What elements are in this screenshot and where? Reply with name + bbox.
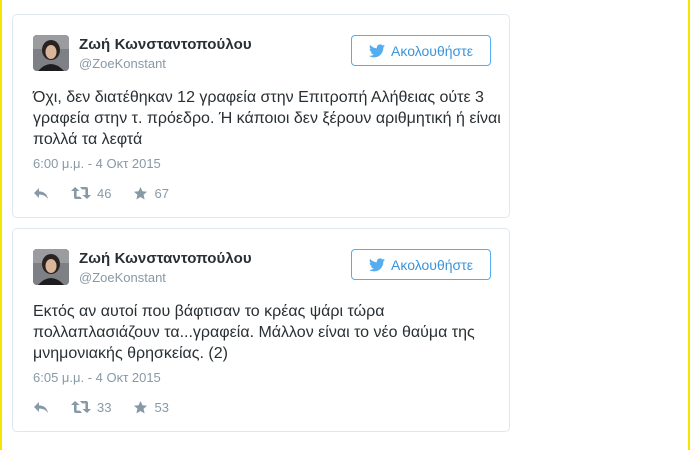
- follow-label: Ακολουθήστε: [391, 42, 473, 59]
- retweet-button[interactable]: 46: [71, 186, 111, 201]
- tweet-actions: 33 53: [33, 397, 191, 417]
- tweet-timestamp[interactable]: 6:00 μ.μ. - 4 Οκτ 2015: [33, 156, 161, 171]
- author-handle[interactable]: @ZoeKonstant: [79, 56, 166, 71]
- star-icon: [134, 186, 148, 199]
- twitter-bird-icon: [369, 257, 386, 271]
- reply-icon: [34, 401, 48, 413]
- reply-icon: [34, 187, 48, 199]
- author-name[interactable]: Ζωή Κωνσταντοπούλου: [79, 36, 252, 53]
- left-edge-strip: [0, 0, 2, 450]
- embedded-tweet: Ζωή Κωνσταντοπούλου @ZoeKonstant Ακολουθ…: [12, 14, 510, 218]
- tweet-text: Όχι, δεν διατέθηκαν 12 γραφεία στην Επιτ…: [33, 89, 501, 148]
- tweet-timestamp[interactable]: 6:05 μ.μ. - 4 Οκτ 2015: [33, 370, 161, 385]
- reply-button[interactable]: [33, 401, 49, 414]
- follow-button[interactable]: Ακολουθήστε: [351, 249, 491, 280]
- tweet-actions: 46 67: [33, 183, 191, 203]
- like-count: 67: [154, 185, 169, 201]
- like-button[interactable]: 53: [133, 399, 169, 415]
- author-handle[interactable]: @ZoeKonstant: [79, 270, 166, 285]
- tweet-text: Εκτός αν αυτοί που βάφτισαν το κρέας ψάρ…: [33, 303, 475, 362]
- follow-label: Ακολουθήστε: [391, 256, 473, 273]
- like-count: 53: [154, 399, 169, 415]
- retweet-count: 46: [97, 185, 112, 201]
- follow-button[interactable]: Ακολουθήστε: [351, 35, 491, 66]
- retweet-icon: [71, 401, 91, 413]
- avatar[interactable]: [33, 35, 69, 71]
- avatar[interactable]: [33, 249, 69, 285]
- twitter-bird-icon: [369, 43, 386, 57]
- retweet-icon: [71, 187, 91, 199]
- retweet-button[interactable]: 33: [71, 400, 111, 415]
- like-button[interactable]: 67: [133, 185, 169, 201]
- embedded-tweet: Ζωή Κωνσταντοπούλου @ZoeKonstant Ακολουθ…: [12, 228, 510, 432]
- star-icon: [134, 400, 148, 413]
- reply-button[interactable]: [33, 187, 49, 200]
- author-name[interactable]: Ζωή Κωνσταντοπούλου: [79, 250, 252, 267]
- retweet-count: 33: [97, 399, 112, 415]
